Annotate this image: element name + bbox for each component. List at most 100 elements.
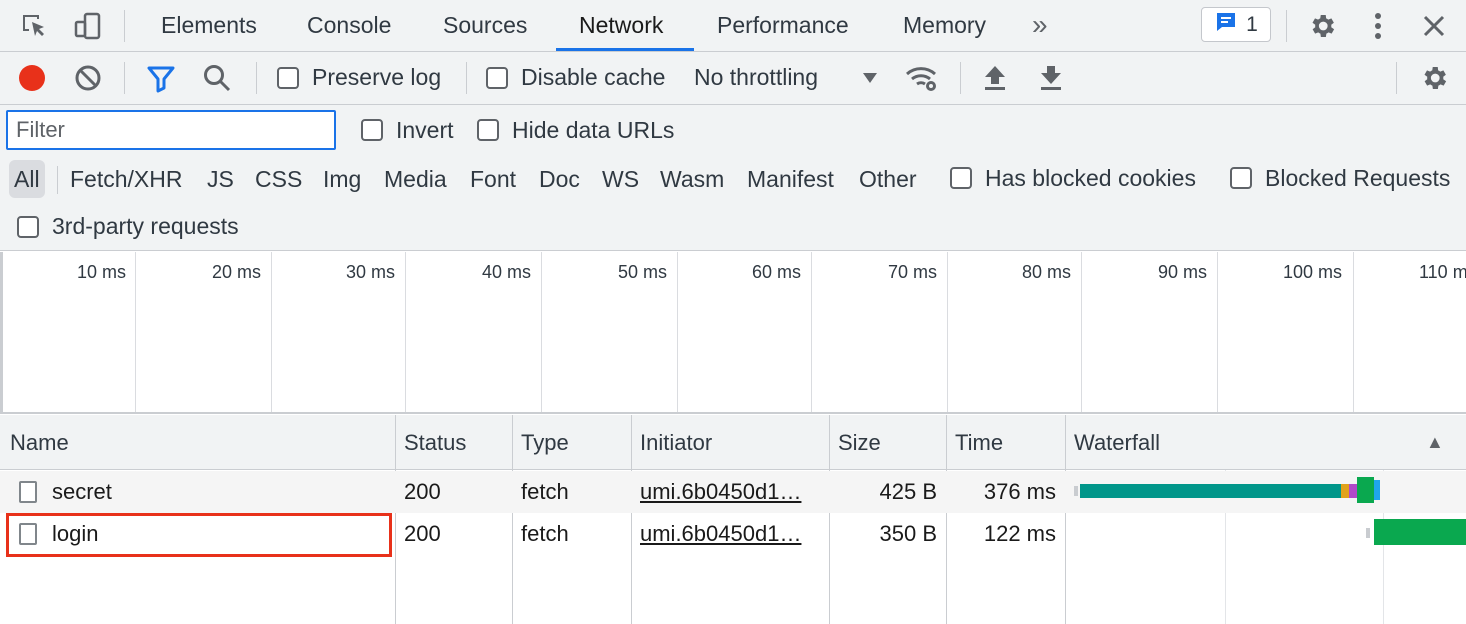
tick-label: 60 ms [752, 262, 802, 282]
filter-bar: Invert Hide data URLs All Fetch/XHR JS C… [0, 105, 1466, 251]
filter-input[interactable] [6, 110, 336, 150]
grid-line [677, 252, 678, 412]
column-header-initiator[interactable]: Initiator [640, 415, 712, 470]
export-har-icon[interactable] [1033, 60, 1069, 96]
request-size: 350 B [879, 521, 938, 546]
network-toolbar: Preserve log Disable cache No throttling [0, 52, 1466, 105]
sort-ascending-icon[interactable]: ▲ [1426, 415, 1444, 470]
active-tab-indicator [556, 48, 694, 51]
type-filter-doc[interactable]: Doc [539, 160, 580, 198]
type-filter-ws[interactable]: WS [602, 160, 639, 198]
type-filter-manifest[interactable]: Manifest [747, 160, 834, 198]
waterfall-bar-download [1374, 519, 1466, 545]
grid-line [1217, 252, 1218, 412]
issues-button[interactable]: 1 [1201, 7, 1271, 42]
type-filter-fetch-xhr[interactable]: Fetch/XHR [70, 160, 182, 198]
tick-label: 30 ms [346, 262, 396, 282]
overview-timeline[interactable]: 10 ms 20 ms 30 ms 40 ms 50 ms 60 ms 70 m… [0, 252, 1466, 414]
tab-performance[interactable]: Performance [717, 0, 849, 52]
document-icon [19, 481, 37, 503]
type-filter-font[interactable]: Font [470, 160, 516, 198]
waterfall-bar-ssl [1341, 484, 1349, 498]
tab-console[interactable]: Console [307, 0, 391, 52]
column-header-type[interactable]: Type [521, 415, 569, 470]
blocked-requests-label: Blocked Requests [1265, 165, 1451, 191]
filter-icon[interactable] [143, 60, 179, 96]
type-filter-css[interactable]: CSS [255, 160, 302, 198]
table-row[interactable]: secret 200 fetch umi.6b0450d1… 425 B 376… [0, 471, 1466, 513]
hide-data-urls-checkbox[interactable] [477, 119, 499, 141]
network-conditions-icon[interactable] [904, 60, 940, 96]
type-filter-other[interactable]: Other [859, 160, 917, 198]
tick-label: 100 ms [1283, 262, 1343, 282]
type-filter-img[interactable]: Img [323, 160, 361, 198]
request-name[interactable]: secret [52, 471, 112, 513]
more-tabs-icon[interactable]: » [1032, 0, 1048, 52]
grid-line [271, 252, 272, 412]
type-filter-all[interactable]: All [9, 160, 45, 198]
throttling-select[interactable]: No throttling [694, 64, 818, 91]
invert-label: Invert [396, 117, 454, 143]
type-filter-js[interactable]: JS [207, 160, 234, 198]
waterfall-bar-download [1357, 477, 1374, 503]
tab-network[interactable]: Network [579, 0, 663, 52]
tick-label: 110 ms [1419, 262, 1466, 282]
search-icon[interactable] [199, 60, 235, 96]
disable-cache-checkbox[interactable] [486, 67, 508, 89]
device-toggle-icon[interactable] [70, 8, 106, 44]
column-header-status[interactable]: Status [404, 415, 466, 470]
tab-sources[interactable]: Sources [443, 0, 527, 52]
tick-label: 80 ms [1022, 262, 1072, 282]
preserve-log-label: Preserve log [312, 64, 442, 90]
divider [124, 10, 125, 42]
column-header-waterfall[interactable]: Waterfall [1074, 415, 1160, 470]
has-blocked-cookies-checkbox[interactable] [950, 167, 972, 189]
dropdown-arrow-icon[interactable] [852, 60, 888, 96]
invert-checkbox[interactable] [361, 119, 383, 141]
grid-line [1353, 252, 1354, 412]
record-icon[interactable] [14, 60, 50, 96]
type-filter-wasm[interactable]: Wasm [660, 160, 724, 198]
column-header-name[interactable]: Name [10, 415, 69, 470]
tab-elements[interactable]: Elements [161, 0, 257, 52]
request-time: 376 ms [983, 479, 1056, 504]
request-initiator-link[interactable]: umi.6b0450d1… [640, 513, 822, 555]
close-icon[interactable] [1416, 8, 1452, 44]
divider [124, 62, 125, 94]
type-filter-media[interactable]: Media [384, 160, 447, 198]
request-size: 425 B [879, 479, 938, 504]
grid-line [135, 252, 136, 412]
request-table-header: Name Status Type Initiator Size Time Wat… [0, 415, 1466, 470]
grid-line [541, 252, 542, 412]
issues-icon [1214, 10, 1238, 40]
tab-memory[interactable]: Memory [903, 0, 986, 52]
divider [1396, 62, 1397, 94]
issues-count: 1 [1246, 12, 1258, 36]
grid-line [947, 252, 948, 412]
kebab-menu-icon[interactable] [1360, 8, 1396, 44]
inspect-icon[interactable] [16, 8, 52, 44]
network-settings-icon[interactable] [1416, 60, 1452, 96]
preserve-log-checkbox[interactable] [277, 67, 299, 89]
divider [256, 62, 257, 94]
third-party-checkbox[interactable] [17, 216, 39, 238]
waterfall-bar-queue [1366, 528, 1370, 538]
request-time: 122 ms [983, 521, 1056, 546]
tick-label: 70 ms [888, 262, 938, 282]
tick-label: 90 ms [1158, 262, 1208, 282]
clear-icon[interactable] [70, 60, 106, 96]
import-har-icon[interactable] [977, 60, 1013, 96]
request-initiator-link[interactable]: umi.6b0450d1… [640, 471, 822, 513]
request-status: 200 [404, 479, 441, 504]
settings-icon[interactable] [1304, 8, 1340, 44]
waterfall-bar-connect [1349, 484, 1357, 498]
column-header-time[interactable]: Time [955, 415, 1003, 470]
blocked-requests-checkbox[interactable] [1230, 167, 1252, 189]
tick-label: 40 ms [482, 262, 532, 282]
grid-line [1081, 252, 1082, 412]
column-header-size[interactable]: Size [838, 415, 881, 470]
tick-label: 50 ms [618, 262, 668, 282]
request-status: 200 [404, 521, 441, 546]
divider [1286, 10, 1287, 42]
request-type: fetch [521, 479, 569, 504]
